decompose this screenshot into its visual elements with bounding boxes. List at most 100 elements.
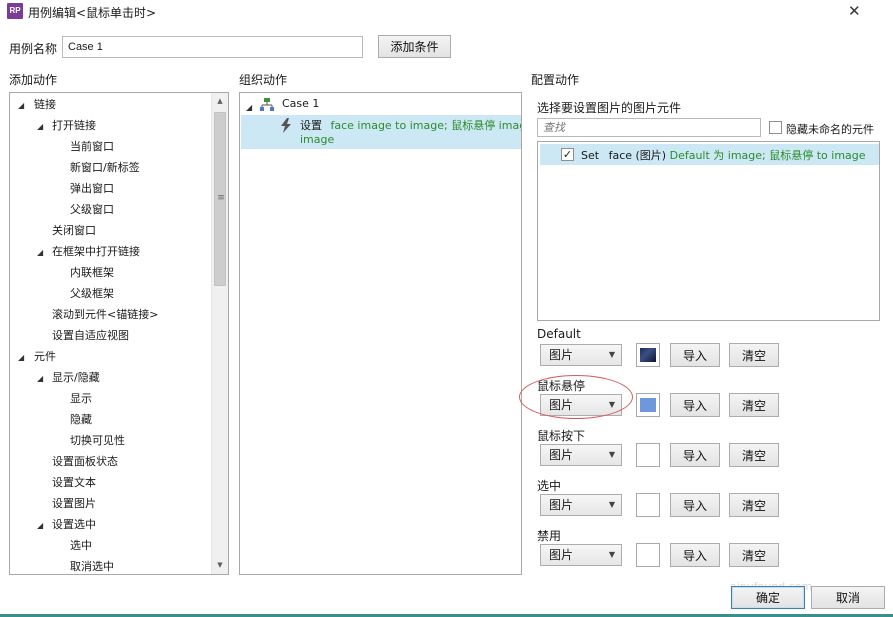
state-image-swatch[interactable] xyxy=(636,443,660,467)
tree-item[interactable]: 设置图片 xyxy=(52,494,96,514)
select-image-prompt: 选择要设置图片的图片元件 xyxy=(537,101,682,115)
import-button[interactable]: 导入 xyxy=(670,393,720,417)
app-logo-icon: RP xyxy=(7,3,23,19)
state-label: 禁用 xyxy=(537,529,562,543)
state-type-value: 图片 xyxy=(549,448,574,462)
case-expand-icon[interactable]: ◢ xyxy=(246,103,252,112)
state-type-select[interactable]: 图片 ▼ xyxy=(540,494,622,516)
state-image-swatch[interactable] xyxy=(636,343,660,367)
action-row-set-image[interactable]: 设置 face image to image; 鼠标悬停 image to im… xyxy=(241,115,521,149)
tree-expand-icon[interactable]: ◢ xyxy=(37,248,43,257)
case-node[interactable]: Case 1 xyxy=(282,94,319,114)
tree-item[interactable]: 当前窗口 xyxy=(70,137,114,157)
widget-list-item-face[interactable]: ✓ Set face (图片) Default 为 image; 鼠标悬停 to… xyxy=(540,144,879,165)
clear-button[interactable]: 清空 xyxy=(729,543,779,567)
state-image-swatch[interactable] xyxy=(636,393,660,417)
tree-item[interactable]: 取消选中 xyxy=(70,557,114,574)
state-label: 鼠标悬停 xyxy=(537,379,586,393)
tree-item[interactable]: 显示/隐藏 xyxy=(52,368,100,388)
import-button[interactable]: 导入 xyxy=(670,343,720,367)
state-image-swatch[interactable] xyxy=(636,493,660,517)
state-type-select[interactable]: 图片 ▼ xyxy=(540,444,622,466)
chevron-down-icon: ▼ xyxy=(608,500,615,509)
state-type-select[interactable]: 图片 ▼ xyxy=(540,394,622,416)
tree-expand-icon[interactable]: ◢ xyxy=(18,101,24,110)
tree-item[interactable]: 设置面板状态 xyxy=(52,452,118,472)
window-title: 用例编辑<鼠标单击时> xyxy=(28,6,157,20)
chevron-down-icon: ▼ xyxy=(608,350,615,359)
case-name-input[interactable] xyxy=(62,36,363,58)
scroll-thumb[interactable]: ≡ xyxy=(214,112,226,286)
add-actions-header: 添加动作 xyxy=(9,73,58,87)
organize-actions-panel[interactable]: ◢ Case 1 设置 face image to image; 鼠标悬停 im… xyxy=(239,92,522,575)
add-actions-panel[interactable]: ◢ 链接 ◢ 打开链接 当前窗口 新窗口/新标签 弹出窗口 父级窗口 关闭窗口 ◢ 在框架中打开链接… xyxy=(9,92,229,575)
chevron-down-icon: ▼ xyxy=(608,450,615,459)
color-fill xyxy=(640,398,656,412)
hide-unnamed-label: 隐藏未命名的元件 xyxy=(786,123,874,136)
tree-item[interactable]: 父级窗口 xyxy=(70,200,114,220)
state-image-swatch[interactable] xyxy=(636,543,660,567)
clear-button[interactable]: 清空 xyxy=(729,443,779,467)
widget-list[interactable]: ✓ Set face (图片) Default 为 image; 鼠标悬停 to… xyxy=(537,141,880,321)
organize-actions-header: 组织动作 xyxy=(239,73,288,87)
chevron-down-icon: ▼ xyxy=(608,550,615,559)
clear-button[interactable]: 清空 xyxy=(729,493,779,517)
tree-item[interactable]: 显示 xyxy=(70,389,92,409)
state-label: 鼠标按下 xyxy=(537,429,586,443)
cancel-button[interactable]: 取消 xyxy=(811,586,885,609)
tree-item[interactable]: 关闭窗口 xyxy=(52,221,96,241)
tree-expand-icon[interactable]: ◢ xyxy=(18,353,24,362)
import-button[interactable]: 导入 xyxy=(670,493,720,517)
tree-item[interactable]: 链接 xyxy=(34,95,56,115)
tree-item[interactable]: 设置自适应视图 xyxy=(52,326,129,346)
tree-item[interactable]: 在框架中打开链接 xyxy=(52,242,140,262)
clear-button[interactable]: 清空 xyxy=(729,393,779,417)
tree-item[interactable]: 选中 xyxy=(70,536,92,556)
tree-item[interactable]: 元件 xyxy=(34,347,56,367)
tree-item[interactable]: 设置文本 xyxy=(52,473,96,493)
tree-item[interactable]: 弹出窗口 xyxy=(70,179,114,199)
configure-actions-header: 配置动作 xyxy=(531,73,580,87)
state-label: 选中 xyxy=(537,479,562,493)
case-name-label: 用例名称 xyxy=(9,42,58,56)
state-type-value: 图片 xyxy=(549,548,574,562)
tree-item[interactable]: 内联框架 xyxy=(70,263,114,283)
widget-item-name: face (图片) xyxy=(608,149,667,162)
title-bar: RP 用例编辑<鼠标单击时> ✕ xyxy=(0,0,893,24)
state-type-select[interactable]: 图片 ▼ xyxy=(540,544,622,566)
clear-button[interactable]: 清空 xyxy=(729,343,779,367)
grip-icon: ≡ xyxy=(217,193,225,203)
tree-scrollbar[interactable]: ▲ ≡ ▼ xyxy=(211,93,228,574)
close-icon[interactable]: ✕ xyxy=(848,2,861,20)
state-label: Default xyxy=(537,327,581,341)
chevron-down-icon: ▼ xyxy=(608,400,615,409)
action-detail-line1: face image to image; 鼠标悬停 image to xyxy=(330,119,522,132)
image-thumbnail-icon xyxy=(640,348,656,362)
lightning-icon xyxy=(281,118,291,133)
tree-item[interactable]: 设置选中 xyxy=(52,515,96,535)
tree-item[interactable]: 父级框架 xyxy=(70,284,114,304)
tree-expand-icon[interactable]: ◢ xyxy=(37,521,43,530)
state-type-value: 图片 xyxy=(549,348,574,362)
widget-item-detail: Default 为 image; 鼠标悬停 to image xyxy=(669,149,866,162)
state-type-value: 图片 xyxy=(549,498,574,512)
ok-button[interactable]: 确定 xyxy=(731,586,805,609)
import-button[interactable]: 导入 xyxy=(670,543,720,567)
action-verb: 设置 xyxy=(300,119,322,132)
tree-item[interactable]: 打开链接 xyxy=(52,116,96,136)
hide-unnamed-checkbox[interactable] xyxy=(769,121,782,134)
tree-item[interactable]: 新窗口/新标签 xyxy=(70,158,140,178)
tree-expand-icon[interactable]: ◢ xyxy=(37,122,43,131)
state-type-select[interactable]: 图片 ▼ xyxy=(540,344,622,366)
import-button[interactable]: 导入 xyxy=(670,443,720,467)
scroll-down-icon[interactable]: ▼ xyxy=(212,557,228,574)
case-tree-icon xyxy=(260,98,274,111)
widget-search-input[interactable] xyxy=(537,118,761,137)
widget-item-checkbox[interactable]: ✓ xyxy=(561,148,574,161)
add-condition-button[interactable]: 添加条件 xyxy=(378,35,451,58)
tree-expand-icon[interactable]: ◢ xyxy=(37,374,43,383)
scroll-up-icon[interactable]: ▲ xyxy=(212,93,228,110)
tree-item[interactable]: 隐藏 xyxy=(70,410,92,430)
tree-item[interactable]: 切换可见性 xyxy=(70,431,125,451)
tree-item[interactable]: 滚动到元件<锚链接> xyxy=(52,305,158,325)
